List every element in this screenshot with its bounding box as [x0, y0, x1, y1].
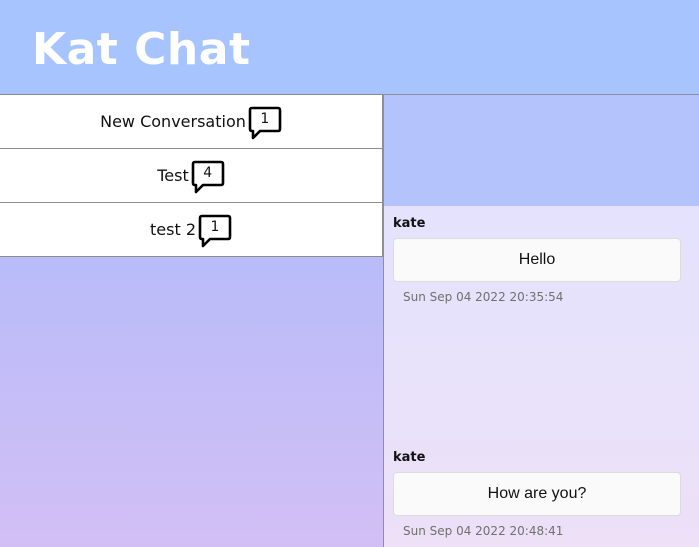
conversation-name: test 2	[150, 220, 196, 239]
message-author: kate	[393, 450, 426, 465]
message-item: kate Hello Sun Sep 04 2022 20:35:54	[393, 216, 681, 304]
speech-bubble-icon: 4	[191, 159, 225, 195]
conversation-list: New Conversation 1 Test 4 test 2 1	[0, 94, 383, 257]
conversation-name: Test	[157, 166, 189, 185]
app-title: Kat Chat	[32, 24, 251, 75]
unread-count-badge: 4	[203, 164, 213, 181]
unread-count-badge: 1	[210, 218, 220, 235]
speech-bubble-icon: 1	[248, 105, 282, 141]
message-bubble: How are you?	[393, 472, 681, 516]
message-timestamp: Sun Sep 04 2022 20:48:41	[403, 524, 564, 538]
message-timestamp: Sun Sep 04 2022 20:35:54	[403, 290, 564, 304]
app-header: Kat Chat	[0, 0, 699, 95]
unread-count-badge: 1	[260, 110, 270, 127]
message-author: kate	[393, 216, 426, 231]
chat-panel[interactable]: kate Hello Sun Sep 04 2022 20:35:54 kate…	[383, 94, 699, 547]
message-item: kate How are you? Sun Sep 04 2022 20:48:…	[393, 450, 681, 538]
conversation-item-test[interactable]: Test 4	[0, 148, 383, 203]
conversation-item-test-2[interactable]: test 2 1	[0, 202, 383, 257]
conversation-name: New Conversation	[100, 112, 246, 131]
conversation-item-new-conversation[interactable]: New Conversation 1	[0, 94, 383, 149]
message-bubble: Hello	[393, 238, 681, 282]
speech-bubble-icon: 1	[198, 213, 232, 249]
chat-panel-header	[384, 95, 699, 206]
